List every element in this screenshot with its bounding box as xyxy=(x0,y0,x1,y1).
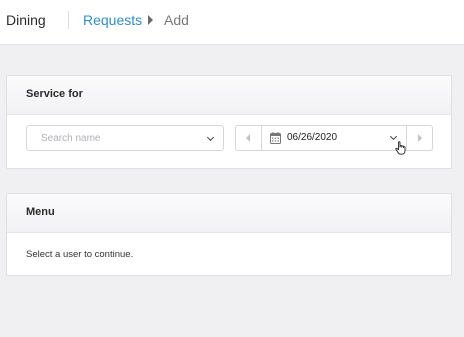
arrow-right-icon xyxy=(418,134,422,142)
service-for-body: Search name 06/26/2020 xyxy=(7,115,451,168)
date-select[interactable]: 06/26/2020 xyxy=(262,126,406,150)
top-bar: Dining Requests Add xyxy=(0,0,464,45)
menu-title: Menu xyxy=(7,194,451,233)
chevron-down-icon xyxy=(389,132,398,141)
hand-cursor-icon xyxy=(395,141,406,155)
calendar-icon xyxy=(270,132,281,144)
chevron-down-icon xyxy=(206,133,215,142)
arrow-left-icon xyxy=(246,134,250,142)
caret-right-icon xyxy=(148,15,153,25)
date-value: 06/26/2020 xyxy=(287,132,338,143)
menu-card: Menu Select a user to continue. xyxy=(6,193,452,276)
breadcrumb-current: Add xyxy=(164,12,189,28)
breadcrumb-requests-link[interactable]: Requests xyxy=(83,12,142,28)
service-for-card: Service for Search name 06/26/2020 xyxy=(6,75,452,169)
next-date-button[interactable] xyxy=(406,126,432,150)
previous-date-button[interactable] xyxy=(236,126,262,150)
header-divider xyxy=(68,11,69,29)
search-name-placeholder: Search name xyxy=(41,133,101,144)
menu-empty-message: Select a user to continue. xyxy=(26,249,134,260)
search-name-select[interactable]: Search name xyxy=(26,125,224,151)
app-title: Dining xyxy=(6,12,46,28)
service-for-title: Service for xyxy=(7,76,451,115)
